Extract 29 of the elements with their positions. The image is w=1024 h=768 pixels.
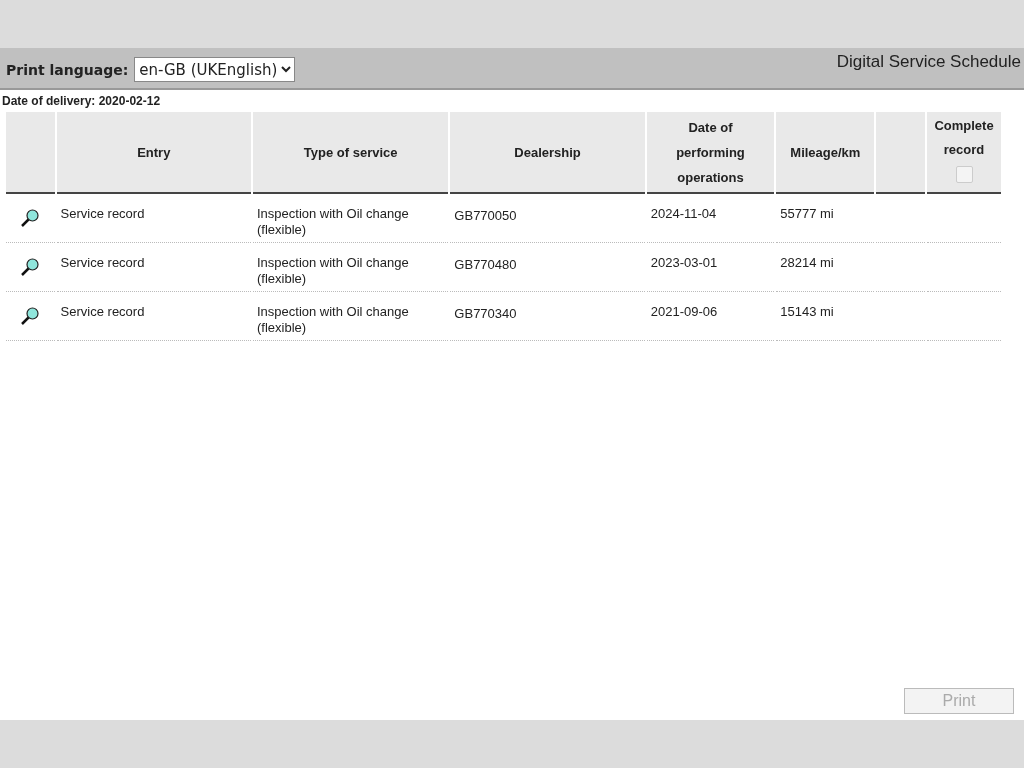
table-cell: 2024-11-04 [650, 206, 717, 221]
table-cell-text: GB770480 [454, 256, 517, 272]
column-header: Mileage/km [776, 112, 875, 194]
language-select[interactable]: en-GB (UKEnglish) [134, 57, 296, 82]
table-cell: 28214 mi [780, 255, 834, 270]
table-cell: Inspection with Oil change (flexible) [256, 304, 409, 336]
magnifier-icon[interactable] [20, 257, 41, 277]
column-header: Entry [56, 112, 251, 194]
delivery-date: Date of delivery: 2020-02-12 [1, 93, 162, 110]
table-cell: Service record [60, 206, 145, 221]
complete-record-checkbox[interactable] [955, 166, 973, 184]
table-cell-text: GB770050 [454, 207, 517, 223]
magnifier-icon[interactable] [20, 306, 41, 326]
table-cell: 55777 mi [780, 206, 834, 221]
column-header: Dealership [450, 112, 645, 194]
column-header: Type of service [252, 112, 449, 194]
column-header: Date of performing operations [646, 112, 775, 194]
table-cell-text: GB770340 [454, 305, 517, 321]
table-cell: 2023-03-01 [650, 255, 718, 270]
magnifier-icon[interactable] [20, 208, 41, 228]
table-cell: Service record [60, 304, 145, 319]
table-cell: 15143 mi [780, 304, 834, 319]
page-title: Digital Service Schedule [836, 52, 1021, 72]
table-cell: 2021-09-06 [650, 304, 718, 319]
table-cell: Inspection with Oil change (flexible) [256, 255, 409, 287]
table-cell: Service record [60, 255, 145, 270]
print-language-label: Print language: [6, 61, 129, 78]
table-cell: Inspection with Oil change (flexible) [256, 206, 409, 238]
column-header: Complete record [933, 117, 995, 159]
